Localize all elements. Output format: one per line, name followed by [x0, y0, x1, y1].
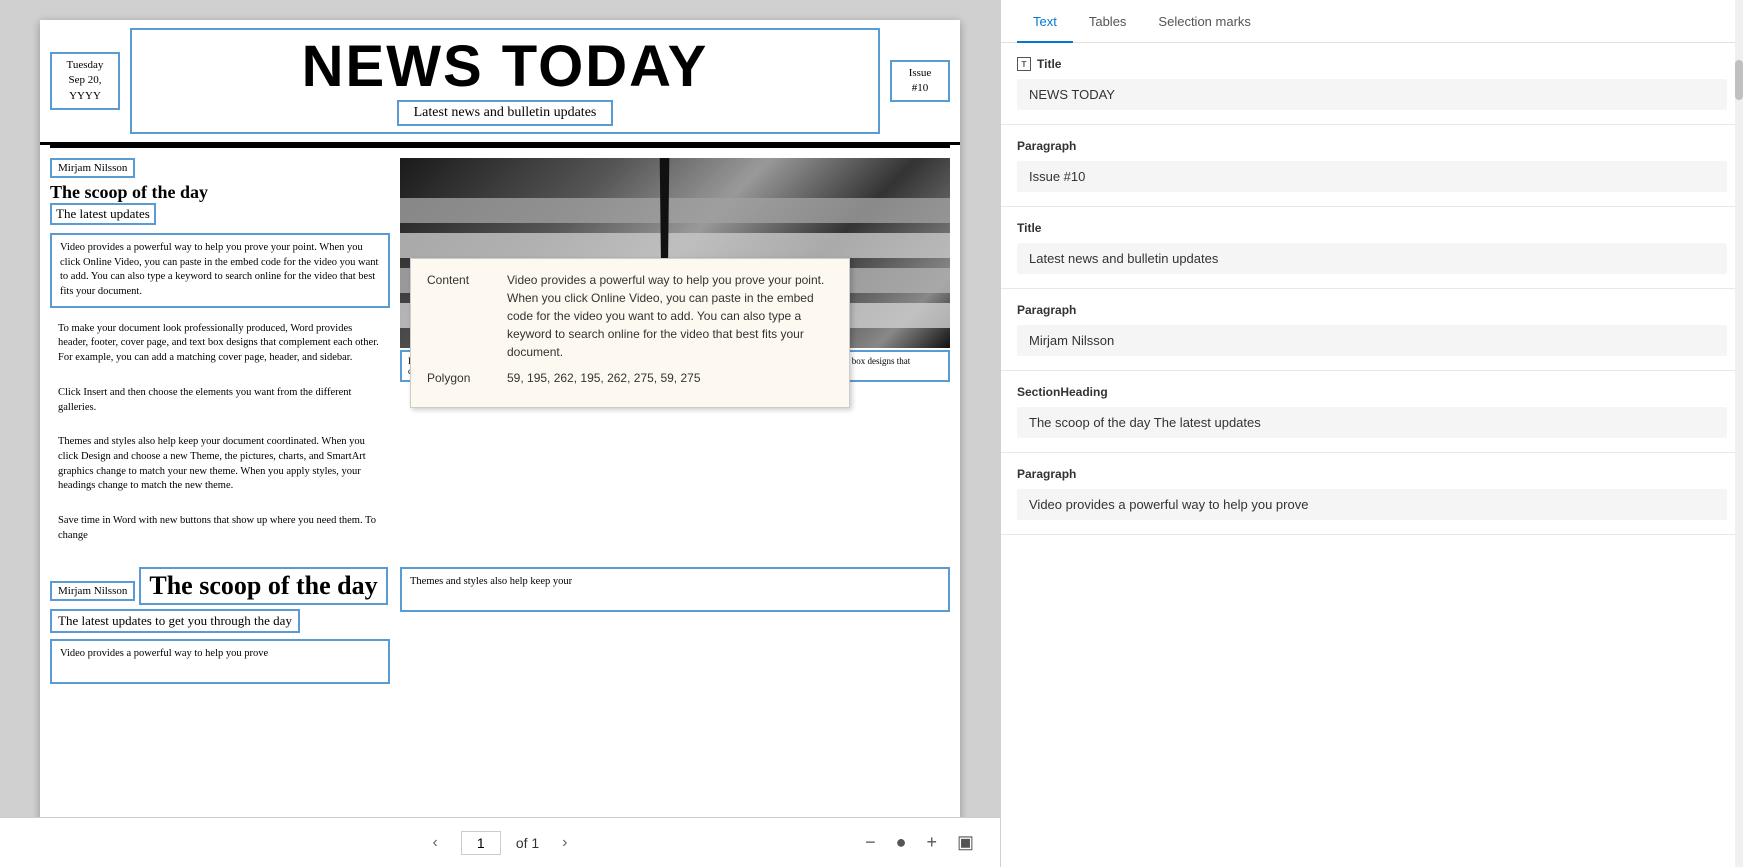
- section-type-para-2: Paragraph: [1017, 303, 1076, 317]
- tooltip-label-polygon: Polygon: [427, 369, 507, 387]
- text-block-partial: Video provides a powerful way to help yo…: [50, 639, 390, 684]
- title-section: NEWS TODAY Latest news and bulletin upda…: [130, 28, 880, 134]
- panel-value-para-1: Issue #10: [1017, 161, 1727, 192]
- left-column: Mirjam Nilsson The scoop of the day The …: [50, 158, 390, 557]
- text-block-3: Click Insert and then choose the element…: [50, 380, 390, 421]
- panel-value-title-1: NEWS TODAY: [1017, 79, 1727, 110]
- prev-page-button[interactable]: ‹: [424, 829, 445, 857]
- page-of-label: of 1: [516, 835, 539, 851]
- tooltip-label-content: Content: [427, 271, 507, 361]
- issue-box: Issue #10: [890, 60, 950, 103]
- document-area: Tuesday Sep 20, YYYY NEWS TODAY Latest n…: [0, 0, 1000, 817]
- newspaper-subtitle: Latest news and bulletin updates: [397, 100, 614, 126]
- panel-value-para-3: Video provides a powerful way to help yo…: [1017, 489, 1727, 520]
- panel-section-title-2: Title Latest news and bulletin updates: [1001, 207, 1743, 289]
- scrollbar[interactable]: [1735, 0, 1743, 867]
- section-type-para-1: Paragraph: [1017, 139, 1076, 153]
- tooltip-value-content: Video provides a powerful way to help yo…: [507, 271, 833, 361]
- tab-text[interactable]: Text: [1017, 0, 1073, 43]
- text-block-4: Themes and styles also help keep your do…: [50, 429, 390, 500]
- section-heading-1: The scoop of the day: [50, 182, 390, 203]
- panel-tabs: Text Tables Selection marks: [1001, 0, 1743, 43]
- document-page: Tuesday Sep 20, YYYY NEWS TODAY Latest n…: [40, 20, 960, 817]
- text-block-1: Video provides a powerful way to help yo…: [50, 233, 390, 308]
- section-type-title-1: Title: [1037, 57, 1061, 71]
- tab-tables[interactable]: Tables: [1073, 0, 1143, 43]
- bottom-right: Themes and styles also help keep your: [400, 567, 950, 684]
- newspaper-body: Mirjam Nilsson The scoop of the day The …: [40, 148, 960, 567]
- page-number-input[interactable]: [461, 831, 501, 855]
- section-type-title-2: Title: [1017, 221, 1041, 235]
- tab-selection-marks[interactable]: Selection marks: [1142, 0, 1266, 43]
- next-page-button[interactable]: ›: [554, 829, 575, 857]
- bottom-left: Mirjam Nilsson The scoop of the day The …: [50, 567, 390, 684]
- panel-value-title-2: Latest news and bulletin updates: [1017, 243, 1727, 274]
- zoom-in-button[interactable]: +: [920, 829, 943, 856]
- right-column: Content Video provides a powerful way to…: [400, 158, 950, 557]
- text-block-2: To make your document look professionall…: [50, 316, 390, 372]
- author-name-1: Mirjam Nilsson: [50, 158, 135, 178]
- panel-section-header-para-1: Paragraph: [1017, 139, 1727, 153]
- section-type-sh: SectionHeading: [1017, 385, 1108, 399]
- text-block-5: Save time in Word with new buttons that …: [50, 508, 390, 549]
- tooltip-value-polygon: 59, 195, 262, 195, 262, 275, 59, 275: [507, 369, 833, 387]
- title-icon: T: [1017, 57, 1031, 71]
- panel-section-header-para-2: Paragraph: [1017, 303, 1727, 317]
- zoom-controls: − ● + ▣: [859, 829, 980, 856]
- section-subheading-1: The latest updates: [50, 203, 156, 225]
- document-viewer: Tuesday Sep 20, YYYY NEWS TODAY Latest n…: [0, 0, 1000, 867]
- themes-box: Themes and styles also help keep your: [400, 567, 950, 612]
- zoom-out-button[interactable]: −: [859, 829, 882, 856]
- scrollbar-thumb[interactable]: [1735, 60, 1743, 100]
- author-name-2: Mirjam Nilsson: [50, 581, 135, 601]
- bottom-toolbar: ‹ of 1 › − ● + ▣: [0, 817, 1000, 867]
- panel-section-paragraph-2: Paragraph Mirjam Nilsson: [1001, 289, 1743, 371]
- newspaper-header: Tuesday Sep 20, YYYY NEWS TODAY Latest n…: [40, 20, 960, 145]
- zoom-fit-button[interactable]: ▣: [951, 829, 980, 856]
- zoom-reset-button[interactable]: ●: [890, 829, 913, 856]
- panel-section-header-title-1: T Title: [1017, 57, 1727, 71]
- tooltip-row-polygon: Polygon 59, 195, 262, 195, 262, 275, 59,…: [427, 369, 833, 387]
- section-type-para-3: Paragraph: [1017, 467, 1076, 481]
- panel-content: T Title NEWS TODAY Paragraph Issue #10 T…: [1001, 43, 1743, 867]
- section-subheading-large: The latest updates to get you through th…: [50, 609, 300, 633]
- panel-section-paragraph-3: Paragraph Video provides a powerful way …: [1001, 453, 1743, 535]
- section-heading-large: The scoop of the day: [139, 567, 387, 605]
- image-container: Content Video provides a powerful way to…: [400, 158, 950, 348]
- right-panel: Text Tables Selection marks T Title NEWS…: [1000, 0, 1743, 867]
- panel-section-header-para-3: Paragraph: [1017, 467, 1727, 481]
- panel-section-header-title-2: Title: [1017, 221, 1727, 235]
- panel-section-header-sh: SectionHeading: [1017, 385, 1727, 399]
- newspaper-title: NEWS TODAY: [282, 30, 729, 100]
- date-box: Tuesday Sep 20, YYYY: [50, 52, 120, 110]
- panel-value-sh: The scoop of the day The latest updates: [1017, 407, 1727, 438]
- tooltip-box: Content Video provides a powerful way to…: [410, 258, 850, 408]
- tooltip-row-content: Content Video provides a powerful way to…: [427, 271, 833, 361]
- panel-section-title-1: T Title NEWS TODAY: [1001, 43, 1743, 125]
- panel-value-para-2: Mirjam Nilsson: [1017, 325, 1727, 356]
- bottom-section: Mirjam Nilsson The scoop of the day The …: [40, 567, 960, 694]
- panel-section-paragraph-1: Paragraph Issue #10: [1001, 125, 1743, 207]
- panel-section-sectionheading: SectionHeading The scoop of the day The …: [1001, 371, 1743, 453]
